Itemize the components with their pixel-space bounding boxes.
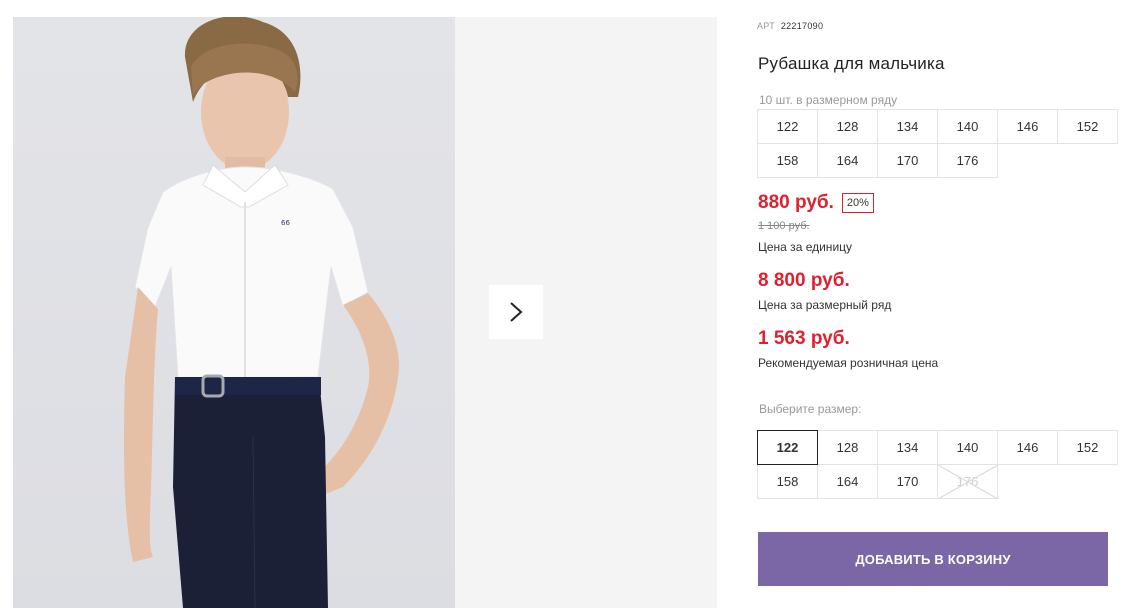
add-to-cart-button[interactable]: ДОБАВИТЬ В КОРЗИНУ bbox=[758, 532, 1108, 586]
size-option-label: 164 bbox=[836, 474, 859, 489]
pack-size-cell: 140 bbox=[937, 109, 998, 144]
size-option-170[interactable]: 170 bbox=[877, 464, 938, 499]
size-option-label: 158 bbox=[776, 474, 799, 489]
pack-price: 8 800 руб. bbox=[758, 270, 850, 291]
product-gallery: 66 bbox=[13, 17, 717, 608]
product-photo: 66 bbox=[13, 17, 455, 608]
size-option-128[interactable]: 128 bbox=[817, 430, 878, 465]
size-option-164[interactable]: 164 bbox=[817, 464, 878, 499]
sku-label: АРТ bbox=[757, 21, 775, 31]
size-option-label: 134 bbox=[896, 440, 919, 455]
sku: АРТ 22217090 bbox=[757, 21, 823, 31]
size-option-label: 122 bbox=[776, 440, 799, 455]
size-option-label: 140 bbox=[956, 440, 979, 455]
size-option-176: 176 bbox=[937, 464, 998, 499]
gallery-next-button[interactable] bbox=[489, 285, 543, 339]
pack-size-cell: 158 bbox=[757, 143, 818, 178]
pack-size-cell: 134 bbox=[877, 109, 938, 144]
pack-size-cell: 128 bbox=[817, 109, 878, 144]
size-option-label: 128 bbox=[836, 440, 859, 455]
unavailable-cross-icon bbox=[938, 465, 998, 499]
size-option-122[interactable]: 122 bbox=[757, 430, 818, 465]
size-option-label: 152 bbox=[1076, 440, 1099, 455]
pack-size-cell: 170 bbox=[877, 143, 938, 178]
retail-price: 1 563 руб. bbox=[758, 328, 850, 349]
svg-text:66: 66 bbox=[281, 219, 290, 227]
discount-badge: 20% bbox=[841, 193, 874, 213]
old-price: 1 100 руб. bbox=[758, 220, 810, 232]
size-selector: 122 128 134 140 146 152 158 164 170 176 bbox=[757, 430, 1118, 499]
unit-price: 880 руб. 20% bbox=[758, 192, 874, 214]
choose-size-label: Выберите размер: bbox=[759, 402, 862, 416]
size-option-152[interactable]: 152 bbox=[1057, 430, 1118, 465]
pack-size-cell: 152 bbox=[1057, 109, 1118, 144]
pack-size-cell: 122 bbox=[757, 109, 818, 144]
pack-price-caption: Цена за размерный ряд bbox=[758, 298, 892, 312]
unit-price-caption: Цена за единицу bbox=[758, 240, 853, 254]
product-page: 66 АРТ 22217090 Рубашка для мальчика 10 … bbox=[0, 0, 1126, 608]
pack-size-cell: 176 bbox=[937, 143, 998, 178]
sku-value: 22217090 bbox=[780, 21, 824, 31]
pack-size-cell: 164 bbox=[817, 143, 878, 178]
unit-price-value: 880 руб. bbox=[758, 192, 834, 213]
size-option-label: 146 bbox=[1016, 440, 1039, 455]
pack-size-grid: 122 128 134 140 146 152 158 164 170 176 bbox=[757, 109, 1118, 178]
size-option-140[interactable]: 140 bbox=[937, 430, 998, 465]
pack-size-cell: 146 bbox=[997, 109, 1058, 144]
size-option-label: 170 bbox=[896, 474, 919, 489]
size-option-146[interactable]: 146 bbox=[997, 430, 1058, 465]
size-option-134[interactable]: 134 bbox=[877, 430, 938, 465]
chevron-right-icon bbox=[510, 302, 523, 322]
size-option-158[interactable]: 158 bbox=[757, 464, 818, 499]
retail-price-caption: Рекомендуемая розничная цена bbox=[758, 356, 939, 370]
pack-note: 10 шт. в размерном ряду bbox=[759, 93, 898, 107]
product-title: Рубашка для мальчика bbox=[758, 54, 945, 73]
